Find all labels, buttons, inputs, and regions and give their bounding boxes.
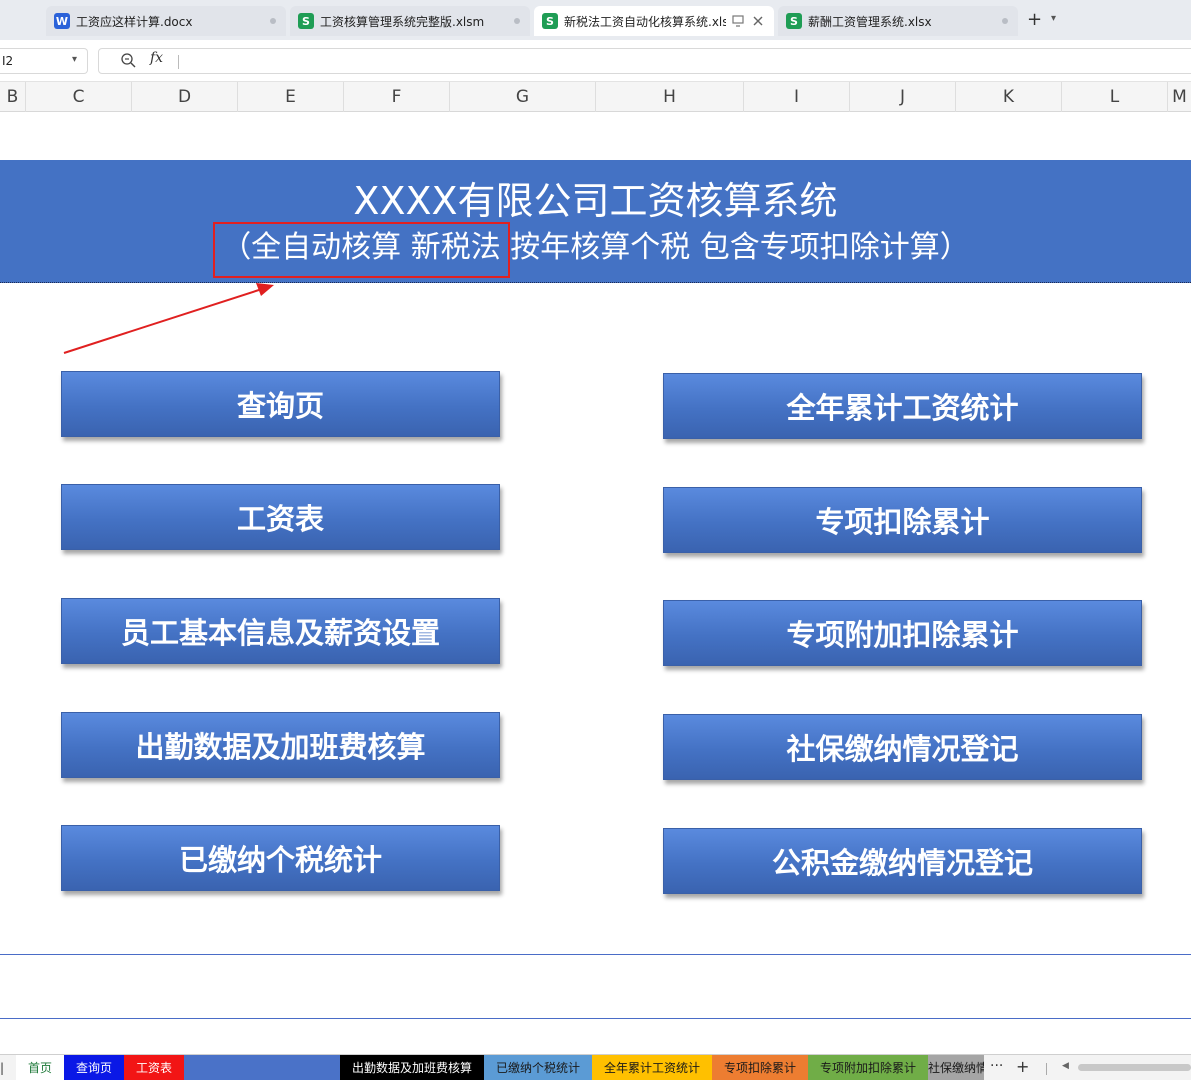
formula-input[interactable]	[98, 48, 1191, 74]
page-title: XXXX有限公司工资核算系统	[353, 179, 838, 223]
attendance-overtime-button[interactable]: 出勤数据及加班费核算	[61, 712, 500, 778]
column-header[interactable]: C	[26, 82, 132, 112]
sheet-tab-additional-deduction[interactable]: 专项附加扣除累计	[808, 1055, 928, 1080]
sheet-tab-bar: | 首页 查询页 工资表 出勤数据及加班费核算 已缴纳个税统计 全年累计工资统计…	[0, 1054, 1191, 1080]
sheet-tab-tax-paid[interactable]: 已缴纳个税统计	[484, 1055, 592, 1080]
unsaved-dot-icon	[514, 18, 520, 24]
monitor-icon[interactable]	[732, 15, 744, 27]
scroll-left-icon[interactable]: ◀	[1062, 1061, 1069, 1071]
column-header[interactable]: J	[850, 82, 956, 112]
doc-tab-2[interactable]: S 工资核算管理系统完整版.xlsm	[290, 6, 530, 36]
chevron-down-icon[interactable]: ▾	[1051, 13, 1056, 24]
doc-tab-1[interactable]: W 工资应这样计算.docx	[46, 6, 286, 36]
more-sheets-icon[interactable]: ···	[990, 1058, 1003, 1074]
column-header[interactable]: F	[344, 82, 450, 112]
chevron-down-icon[interactable]: ▾	[72, 54, 77, 65]
doc-tab-3-active[interactable]: S 新税法工资自动化核算系统.xls	[534, 6, 774, 36]
sheet-tab-query[interactable]: 查询页	[64, 1055, 124, 1080]
additional-deduction-button[interactable]: 专项附加扣除累计	[663, 600, 1142, 666]
sheet-nav-stub[interactable]: |	[0, 1057, 12, 1079]
doc-tab-4[interactable]: S 薪酬工资管理系统.xlsx	[778, 6, 1018, 36]
column-header[interactable]: D	[132, 82, 238, 112]
housing-fund-button[interactable]: 公积金缴纳情况登记	[663, 828, 1142, 894]
column-header[interactable]: M	[1168, 82, 1191, 112]
divider-line	[0, 1018, 1191, 1019]
column-header[interactable]: I	[744, 82, 850, 112]
column-header[interactable]: L	[1062, 82, 1168, 112]
employee-info-button[interactable]: 员工基本信息及薪资设置	[61, 598, 500, 664]
new-tab-plus-icon[interactable]: +	[1027, 9, 1042, 30]
sheet-tab-annual-stats[interactable]: 全年累计工资统计	[592, 1055, 712, 1080]
column-header[interactable]: H	[596, 82, 744, 112]
function-icon[interactable]: fx	[150, 50, 163, 66]
sheet-tab-attendance[interactable]: 出勤数据及加班费核算	[340, 1055, 484, 1080]
zoom-icon[interactable]	[120, 52, 136, 68]
close-tab-icon[interactable]	[752, 15, 764, 27]
social-insurance-button[interactable]: 社保缴纳情况登记	[663, 714, 1142, 780]
column-header[interactable]: E	[238, 82, 344, 112]
column-header[interactable]: G	[450, 82, 596, 112]
doc-tab-label: 薪酬工资管理系统.xlsx	[808, 14, 932, 29]
sheet-doc-icon: S	[298, 13, 314, 29]
sheet-tab-salary[interactable]: 工资表	[124, 1055, 184, 1080]
highlight-annotation-box	[213, 222, 510, 278]
sheet-tab-employee-info[interactable]	[184, 1055, 340, 1080]
sheet-doc-icon: S	[786, 13, 802, 29]
annual-salary-stats-button[interactable]: 全年累计工资统计	[663, 373, 1142, 439]
page-subtitle: （全自动核算 新税法 按年核算个税 包含专项扣除计算）	[221, 230, 970, 265]
divider-line	[0, 954, 1191, 955]
horizontal-scrollbar[interactable]	[1078, 1064, 1191, 1071]
column-header[interactable]: B	[0, 82, 26, 112]
divider	[1046, 1063, 1047, 1075]
doc-tab-label: 工资核算管理系统完整版.xlsm	[320, 14, 485, 29]
sheet-tab-social-insurance[interactable]: 社保缴纳情	[928, 1055, 984, 1080]
unsaved-dot-icon	[1002, 18, 1008, 24]
salary-table-button[interactable]: 工资表	[61, 484, 500, 550]
formula-bar: I2 ▾ fx	[0, 40, 1191, 82]
add-sheet-icon[interactable]: +	[1016, 1057, 1029, 1076]
sheet-tab-home[interactable]: 首页	[16, 1055, 64, 1080]
sheet-doc-icon: S	[542, 13, 558, 29]
unsaved-dot-icon	[270, 18, 276, 24]
sheet-tab-special-deduction[interactable]: 专项扣除累计	[712, 1055, 808, 1080]
tax-paid-stats-button[interactable]: 已缴纳个税统计	[61, 825, 500, 891]
special-deduction-button[interactable]: 专项扣除累计	[663, 487, 1142, 553]
doc-tab-label: 新税法工资自动化核算系统.xls	[564, 14, 726, 29]
query-page-button[interactable]: 查询页	[61, 371, 500, 437]
column-header-row: B C D E F G H I J K L M	[0, 82, 1191, 112]
word-doc-icon: W	[54, 13, 70, 29]
document-tab-bar: W 工资应这样计算.docx S 工资核算管理系统完整版.xlsm S 新税法工…	[0, 0, 1191, 40]
spreadsheet-window: W 工资应这样计算.docx S 工资核算管理系统完整版.xlsm S 新税法工…	[0, 0, 1191, 1080]
doc-tab-label: 工资应这样计算.docx	[76, 14, 193, 29]
divider	[178, 55, 179, 69]
column-header[interactable]: K	[956, 82, 1062, 112]
